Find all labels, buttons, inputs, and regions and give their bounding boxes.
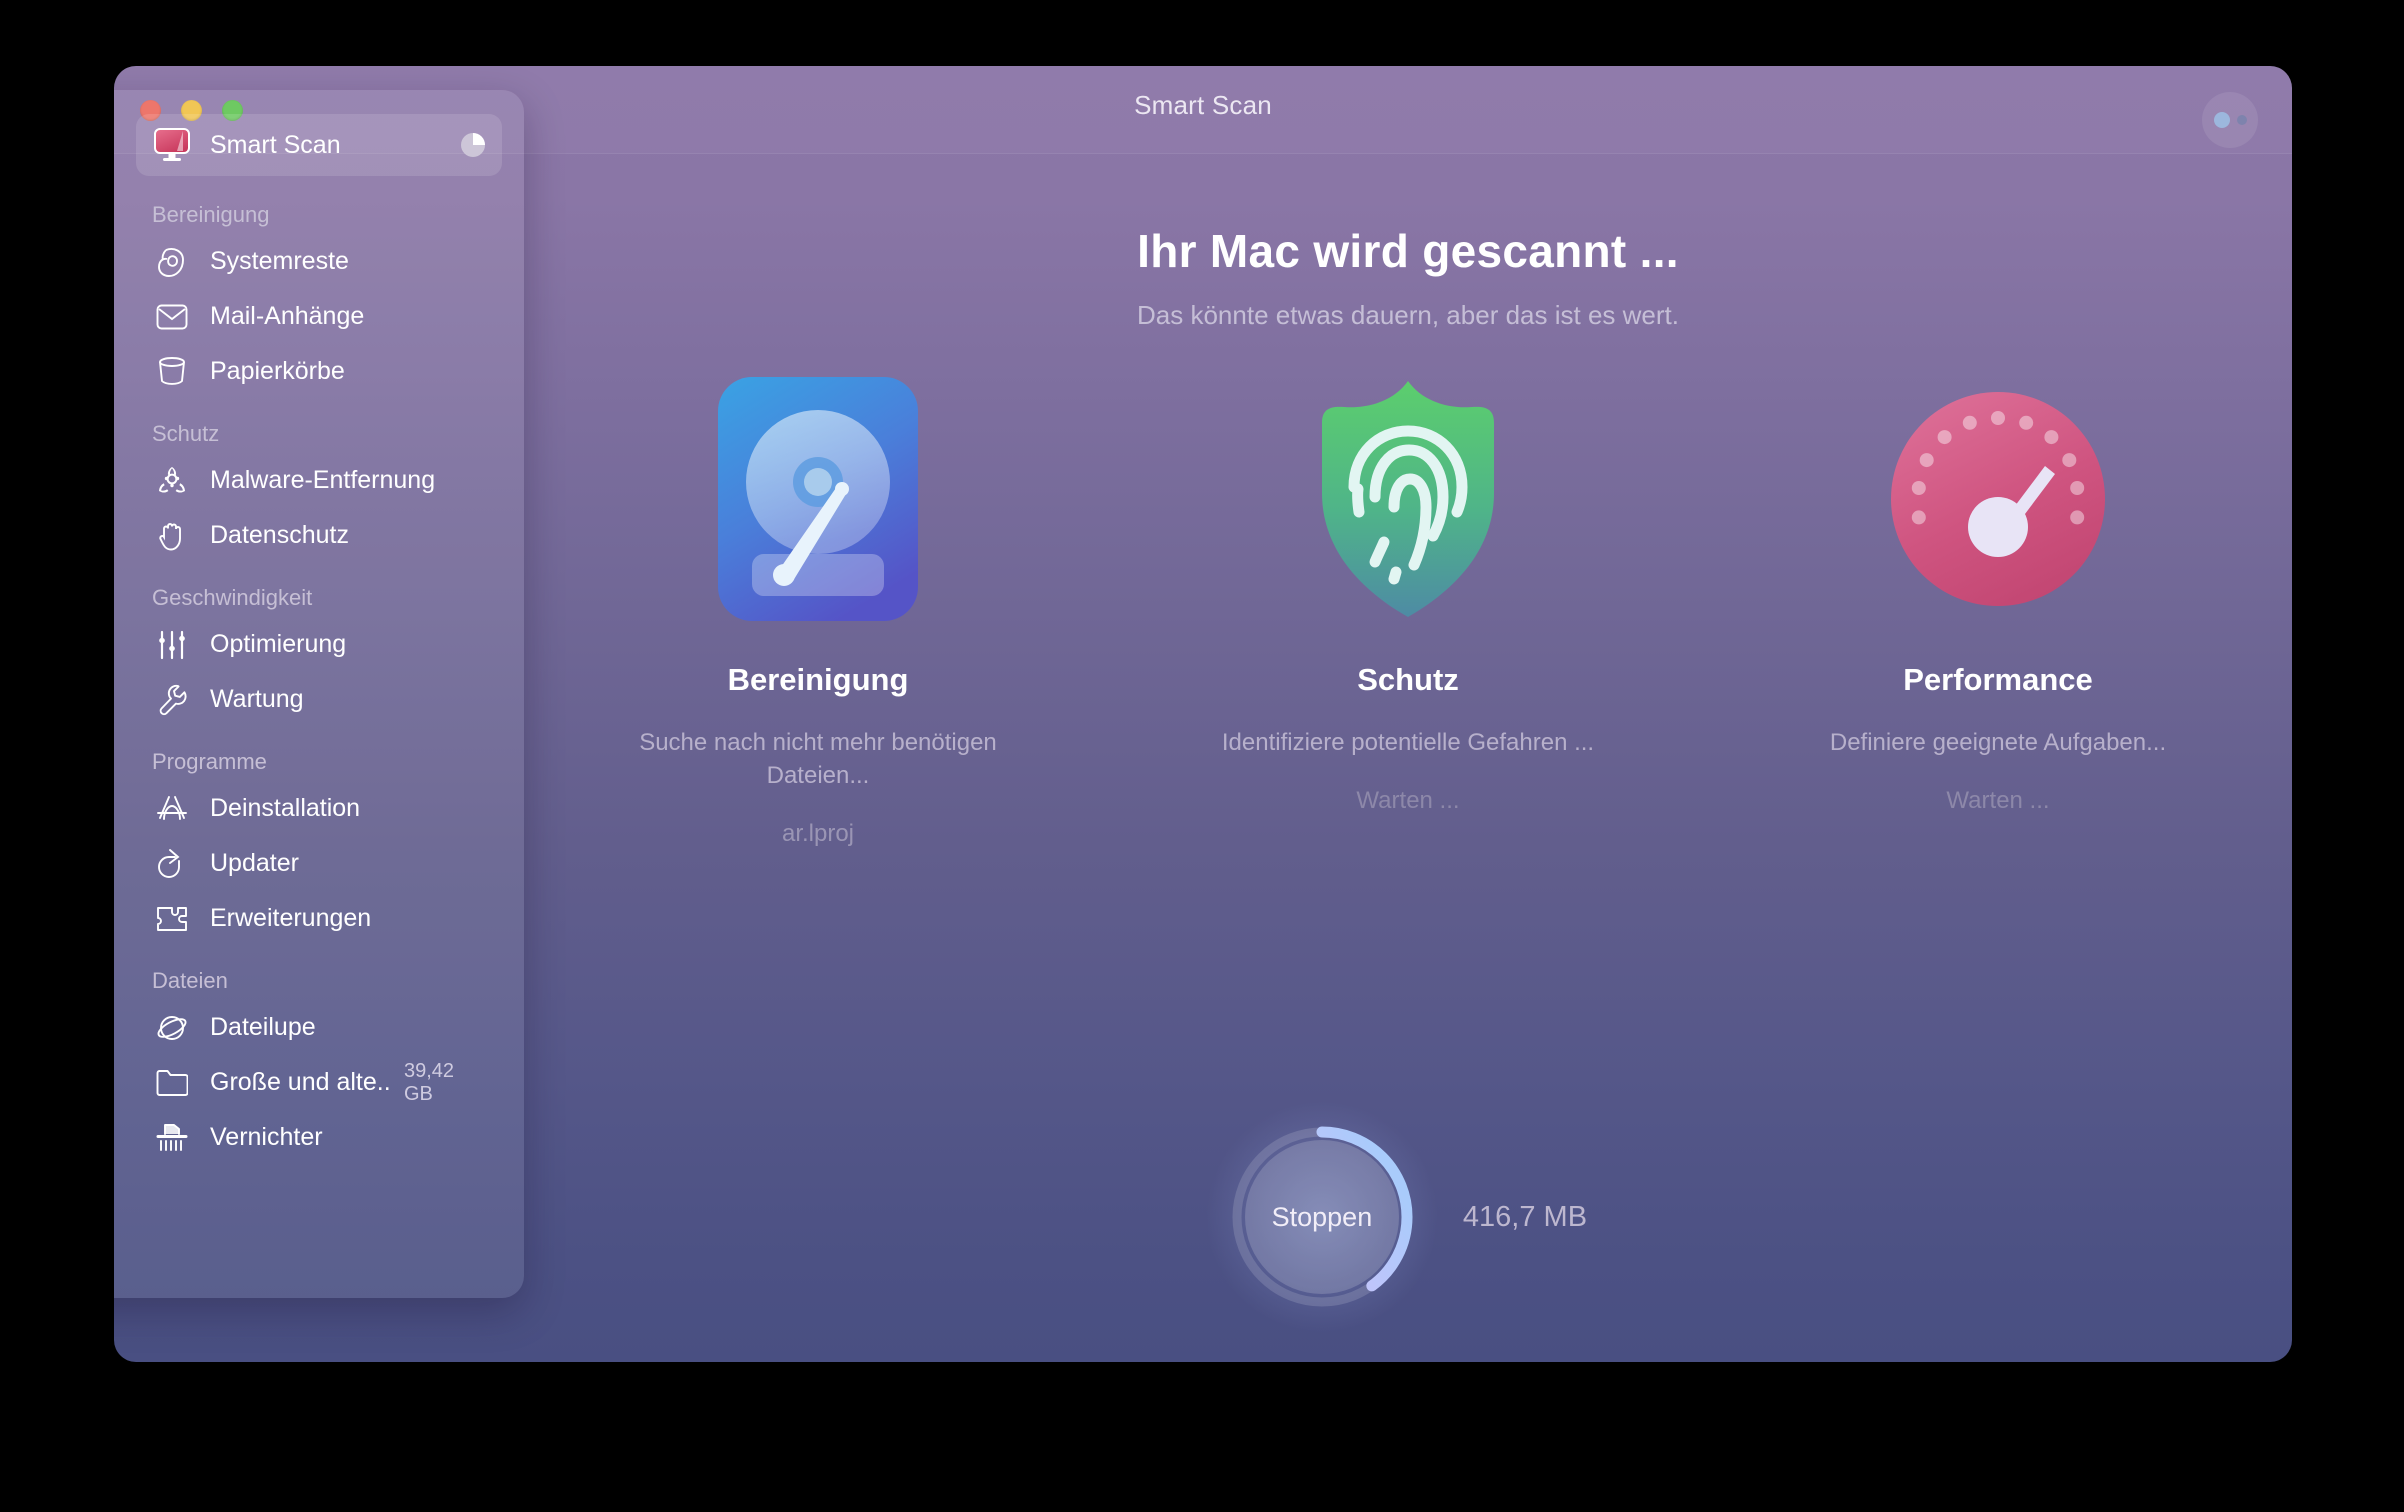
sidebar-group-title-dateien: Dateien <box>152 968 228 993</box>
speedometer-icon <box>1889 374 2107 624</box>
sidebar-item-vernichter[interactable]: Vernichter <box>136 1110 502 1165</box>
scan-card-title: Bereinigung <box>727 662 909 697</box>
sidebar-item-label: Große und alte... <box>210 1068 392 1096</box>
sidebar-item-papierkoerbe[interactable]: Papierkörbe <box>136 344 502 399</box>
sidebar-group-title-programme: Programme <box>152 749 267 774</box>
sidebar-item-smart-scan[interactable]: Smart Scan <box>136 114 502 176</box>
sidebar-item-dateilupe[interactable]: Dateilupe <box>136 1000 502 1055</box>
scan-card-list: Bereinigung Suche nach nicht mehr benöti… <box>524 374 2292 848</box>
sidebar-item-label: Deinstallation <box>210 794 361 822</box>
shredder-icon <box>152 1123 192 1153</box>
shield-fingerprint-icon <box>1306 374 1511 624</box>
sidebar-item-deinstallation[interactable]: Deinstallation <box>136 781 502 836</box>
wrench-icon <box>152 684 192 716</box>
trash-bin-icon <box>152 356 192 387</box>
scan-card-title: Schutz <box>1357 662 1459 697</box>
update-arrow-icon <box>152 848 192 880</box>
scan-card-status: Warten ... <box>1356 787 1460 815</box>
scan-card-protection: Schutz Identifiziere potentielle Gefahre… <box>1188 374 1628 848</box>
sidebar-item-label: Papierkörbe <box>210 357 345 385</box>
more-options-button[interactable] <box>2202 92 2258 148</box>
sidebar-group-title-schutz: Schutz <box>152 421 220 446</box>
sidebar-item-datenschutz[interactable]: Datenschutz <box>136 508 502 563</box>
scan-card-status: ar.lproj <box>781 820 855 848</box>
folder-icon <box>152 1069 192 1096</box>
hard-drive-icon <box>718 374 918 624</box>
more-dot-large-icon <box>2213 112 2230 128</box>
sidebar-item-wartung[interactable]: Wartung <box>136 672 502 727</box>
stop-button-wrapper: Stoppen <box>1204 1100 1439 1334</box>
space-lens-icon <box>152 1013 192 1043</box>
sidebar-item-label: Updater <box>210 849 299 877</box>
smart-scan-monitor-icon <box>152 128 192 162</box>
scan-card-description: Definiere geeignete Aufgaben... <box>1829 729 2167 756</box>
sidebar-item-label: Optimierung <box>210 630 347 658</box>
scan-card-status: Warten ... <box>1946 787 2050 815</box>
mail-icon <box>152 304 192 330</box>
app-store-icon <box>152 794 192 824</box>
sidebar-item-label: Datenschutz <box>210 521 349 549</box>
sidebar-item-label: Mail-Anhänge <box>210 302 365 330</box>
scan-card-description: Identifiziere potentielle Gefahren ... <box>1221 729 1595 756</box>
sidebar-item-label: Smart Scan <box>210 130 341 159</box>
hand-icon <box>152 520 192 552</box>
sidebar-item-malware-entfernung[interactable]: Malware-Entfernung <box>136 453 502 508</box>
sidebar-group-title-geschwindigkeit: Geschwindigkeit <box>152 585 313 610</box>
scanned-size-label: 416,7 MB <box>1462 1200 1588 1233</box>
puzzle-piece-icon <box>152 905 192 933</box>
sidebar-item-size-badge: 39,42 GB <box>404 1059 455 1105</box>
sidebar-item-grosse-und-alte-dateien[interactable]: Große und alte... 39,42 GB <box>136 1055 502 1110</box>
biohazard-icon <box>152 465 192 497</box>
app-window: Smart Scan Smart Scan Bereinigung System… <box>114 66 2292 1362</box>
sliders-icon <box>152 630 192 660</box>
sidebar-item-label: Erweiterungen <box>210 904 372 932</box>
sidebar-item-label: Vernichter <box>210 1123 323 1151</box>
main-content: Ihr Mac wird gescannt ... Das könnte etw… <box>524 154 2292 1362</box>
stop-scan-button[interactable]: Stoppen <box>1244 1140 1399 1294</box>
sidebar-item-label: Systemreste <box>210 247 349 275</box>
scan-card-cleanup: Bereinigung Suche nach nicht mehr benöti… <box>598 374 1038 848</box>
sidebar-item-label: Malware-Entfernung <box>210 466 436 494</box>
scan-card-description: Suche nach nicht mehr benötigen Dateien.… <box>639 729 997 790</box>
system-junk-icon <box>152 246 192 278</box>
scan-card-title: Performance <box>1903 662 2093 697</box>
sidebar: Smart Scan Bereinigung Systemreste Mail-… <box>114 90 524 1298</box>
stop-button-label: Stoppen <box>1271 1201 1373 1232</box>
pie-chart-icon <box>460 132 486 158</box>
sidebar-item-label: Wartung <box>210 685 304 713</box>
page-subtitle: Das könnte etwas dauern, aber das ist es… <box>1137 300 1679 330</box>
sidebar-group-title-bereinigung: Bereinigung <box>152 202 270 227</box>
page-title: Ihr Mac wird gescannt ... <box>1137 225 1679 277</box>
sidebar-item-updater[interactable]: Updater <box>136 836 502 891</box>
more-dot-small-icon <box>2236 115 2247 125</box>
scan-card-performance: Performance Definiere geeignete Aufgaben… <box>1778 374 2218 848</box>
sidebar-item-systemreste[interactable]: Systemreste <box>136 234 502 289</box>
sidebar-item-erweiterungen[interactable]: Erweiterungen <box>136 891 502 946</box>
sidebar-item-optimierung[interactable]: Optimierung <box>136 617 502 672</box>
scan-controls: Stoppen 416,7 MB <box>524 1100 2292 1334</box>
sidebar-item-label: Dateilupe <box>210 1013 316 1041</box>
sidebar-item-mail-anhaenge[interactable]: Mail-Anhänge <box>136 289 502 344</box>
